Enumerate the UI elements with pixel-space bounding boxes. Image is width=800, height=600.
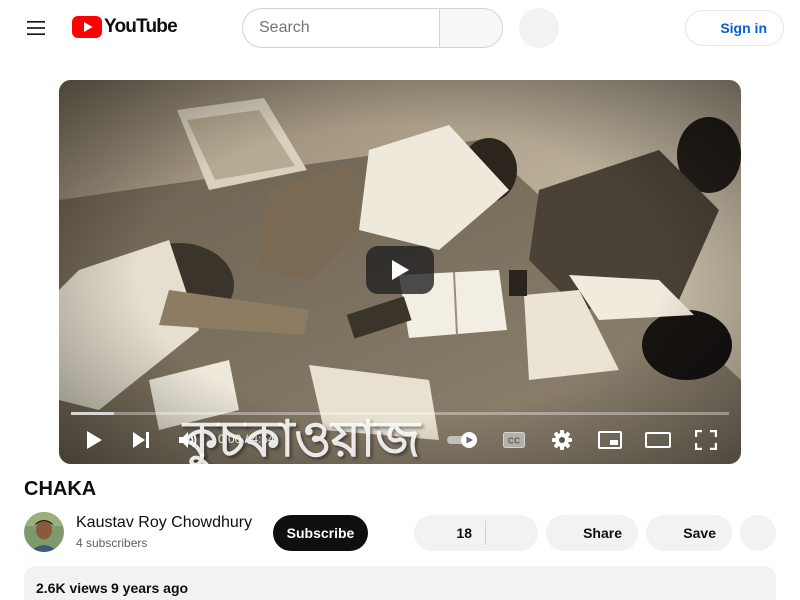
time-display: 0:00 / 4:54: [218, 432, 275, 446]
publish-date: 9 years ago: [111, 580, 189, 596]
video-title: CHAKA: [24, 478, 97, 500]
view-count: 2.6K views: [36, 580, 108, 596]
play-icon: [392, 260, 409, 280]
youtube-logo[interactable]: YouTube: [72, 16, 178, 38]
next-icon: [133, 432, 149, 448]
play-button[interactable]: [78, 424, 110, 456]
share-button[interactable]: Share: [546, 515, 638, 551]
hamburger-menu-icon: [27, 21, 45, 35]
progress-loaded: [71, 412, 114, 415]
theater-mode-button[interactable]: [642, 424, 674, 456]
fullscreen-icon: [695, 430, 717, 450]
time-separator: /: [241, 432, 252, 446]
save-button[interactable]: Save: [646, 515, 732, 551]
progress-bar[interactable]: [71, 412, 729, 415]
masthead: YouTube Sign in: [0, 0, 800, 56]
mute-button[interactable]: [172, 424, 204, 456]
more-actions-button[interactable]: [740, 515, 776, 551]
logo-wordmark: YouTube: [104, 16, 178, 37]
sign-in-button[interactable]: Sign in: [685, 10, 784, 46]
current-time: 0:00: [218, 432, 242, 446]
like-button[interactable]: 18: [414, 515, 486, 551]
large-play-button[interactable]: [366, 246, 434, 294]
autoplay-toggle-icon: [447, 432, 477, 448]
captions-icon: CC: [503, 432, 525, 448]
miniplayer-button[interactable]: [594, 424, 626, 456]
subscriber-count: 4 subscribers: [76, 536, 148, 550]
duration: 4:54: [251, 432, 275, 446]
miniplayer-icon: [598, 431, 622, 449]
youtube-play-logo-icon: [72, 16, 102, 38]
guide-menu-button[interactable]: [16, 8, 56, 48]
autoplay-toggle[interactable]: [444, 424, 482, 456]
voice-search-button[interactable]: [519, 8, 559, 48]
svg-text:CC: CC: [508, 436, 520, 446]
subscribe-button[interactable]: Subscribe: [273, 515, 368, 551]
share-label: Share: [583, 525, 622, 541]
channel-name[interactable]: Kaustav Roy Chowdhury: [76, 514, 252, 532]
play-icon: [87, 431, 102, 449]
fullscreen-button[interactable]: [690, 424, 722, 456]
dislike-button[interactable]: [486, 515, 538, 551]
avatar-image: [24, 512, 64, 552]
subscribe-label: Subscribe: [286, 525, 355, 541]
captions-button[interactable]: CC: [498, 424, 530, 456]
volume-icon: [179, 432, 197, 448]
like-count: 18: [456, 525, 472, 541]
theater-icon: [645, 432, 671, 448]
sign-in-label: Sign in: [720, 20, 767, 36]
gear-icon: [552, 430, 572, 450]
channel-avatar[interactable]: [24, 512, 64, 552]
settings-button[interactable]: [546, 424, 578, 456]
save-label: Save: [683, 525, 716, 541]
search-button[interactable]: [439, 8, 503, 48]
search-input[interactable]: [242, 8, 440, 48]
like-dislike-group: 18: [414, 515, 538, 551]
next-button[interactable]: [125, 424, 157, 456]
